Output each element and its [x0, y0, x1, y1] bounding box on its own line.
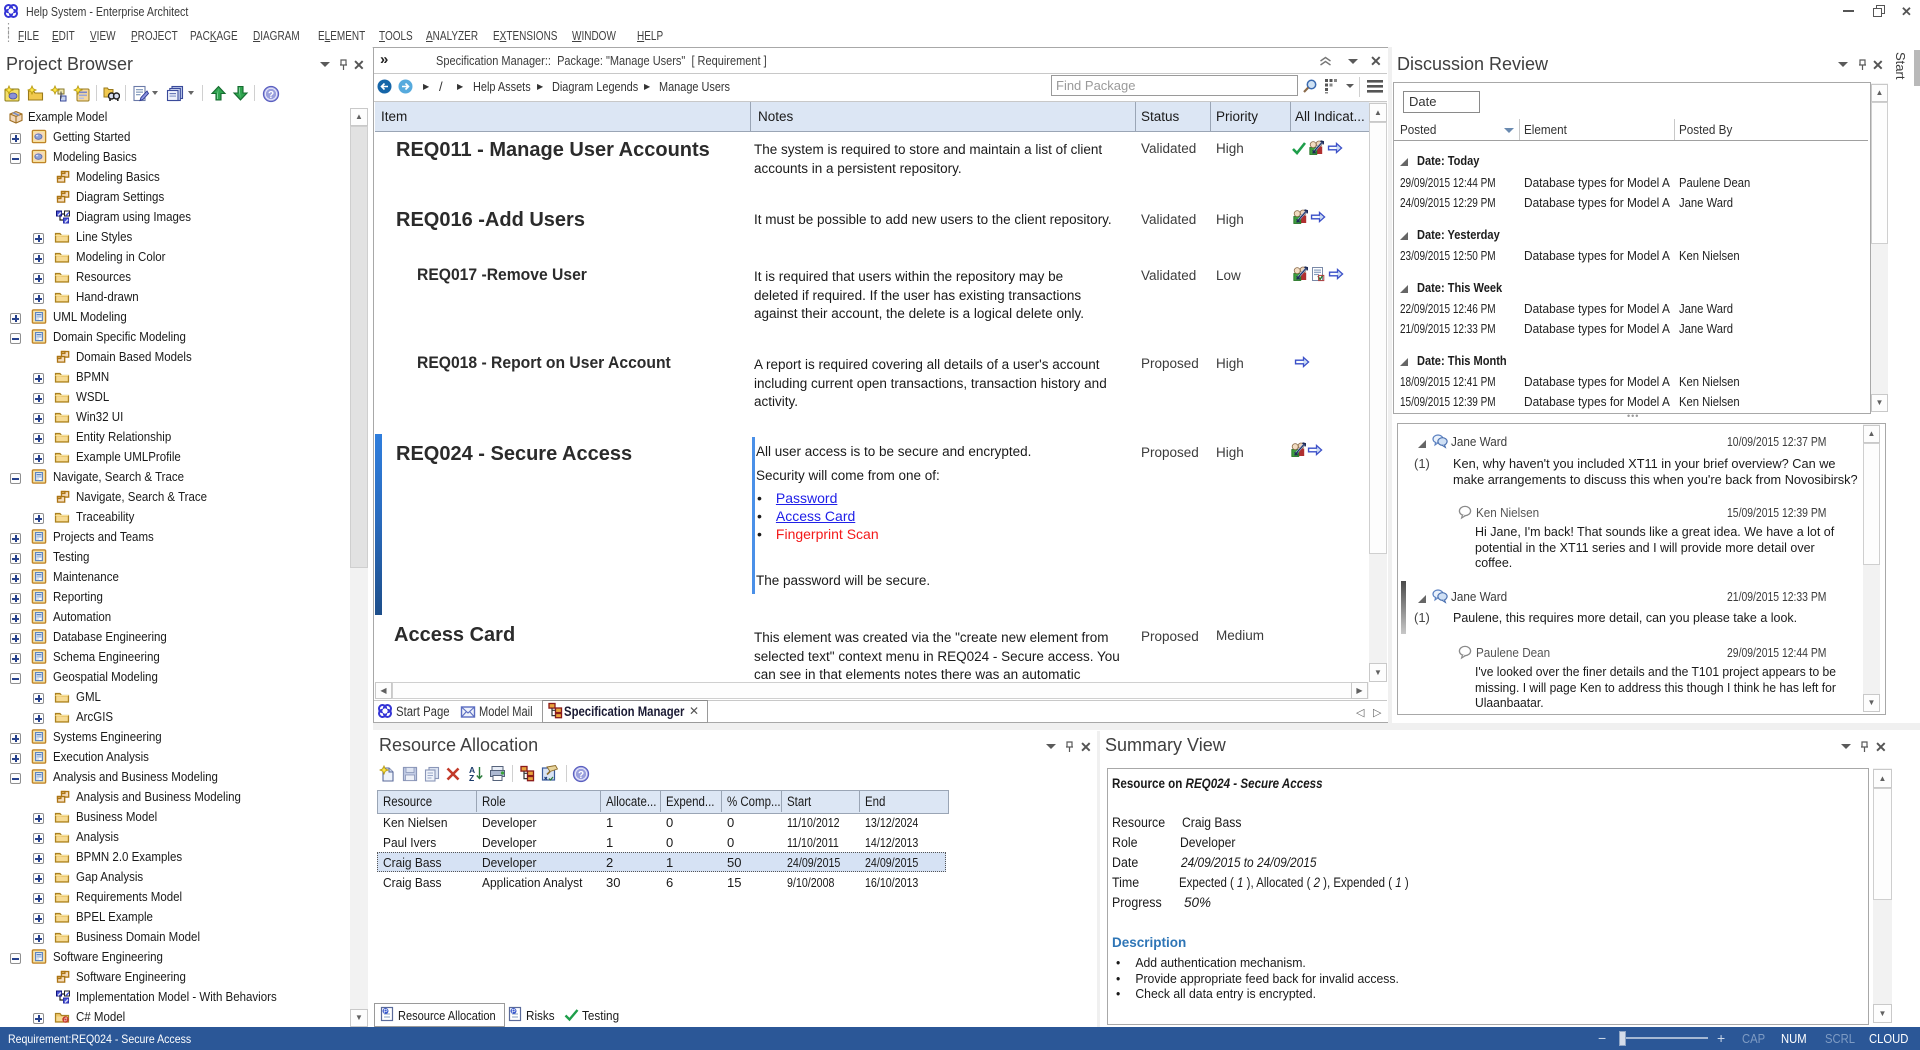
svg-text:?: ?	[578, 770, 584, 781]
svg-text:P: P	[511, 1008, 515, 1015]
svg-text:P: P	[383, 1008, 387, 1015]
svg-text:Z: Z	[469, 773, 474, 782]
svg-text:?: ?	[268, 90, 274, 101]
